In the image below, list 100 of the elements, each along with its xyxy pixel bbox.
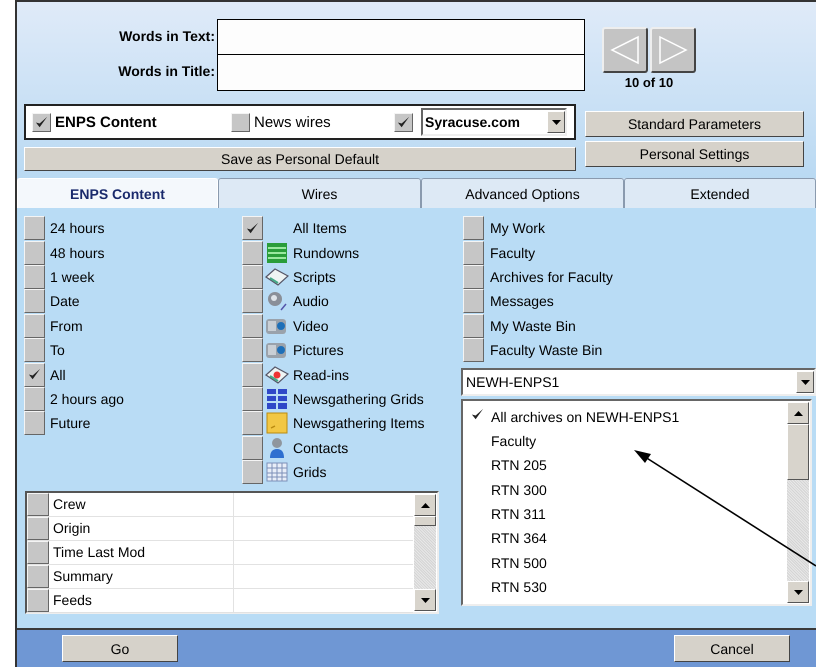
- checkbox[interactable]: [394, 112, 413, 132]
- option-label: Grids: [292, 464, 326, 480]
- scroll-thumb[interactable]: [787, 424, 809, 480]
- option-label: My Work: [489, 220, 545, 236]
- grid-icon: [266, 388, 288, 410]
- speaker-icon: [266, 290, 288, 312]
- table-cell: Crew: [49, 493, 234, 516]
- checkbox[interactable]: [27, 493, 49, 516]
- save-default-button[interactable]: Save as Personal Default: [24, 147, 576, 171]
- archive-item[interactable]: RTN 500: [463, 550, 551, 576]
- checkbox[interactable]: [24, 338, 45, 362]
- checkbox[interactable]: [242, 386, 263, 411]
- tab[interactable]: Wires: [218, 178, 421, 208]
- checkbox[interactable]: [24, 411, 45, 436]
- checkbox[interactable]: [24, 289, 45, 314]
- checkbox[interactable]: [463, 314, 484, 338]
- checkbox[interactable]: [242, 338, 263, 362]
- tab[interactable]: ENPS Content: [17, 178, 218, 208]
- checkbox[interactable]: [27, 517, 49, 540]
- up-arrow-icon[interactable]: [420, 502, 430, 508]
- table-cell: Feeds: [49, 589, 234, 612]
- next-button[interactable]: [650, 27, 696, 73]
- scrollbar[interactable]: [787, 402, 809, 604]
- option-label: Date: [49, 293, 80, 310]
- person-icon: [268, 436, 286, 459]
- option-label: 48 hours: [49, 244, 104, 261]
- checkbox[interactable]: [24, 314, 45, 338]
- left-triangle-icon: [608, 33, 642, 67]
- checkbox[interactable]: [463, 338, 484, 362]
- checkbox[interactable]: [27, 565, 49, 588]
- option-label: All Items: [292, 220, 347, 236]
- checkbox[interactable]: [463, 216, 484, 240]
- checkbox[interactable]: [24, 264, 45, 289]
- table-icon: [266, 462, 288, 482]
- option-label: Faculty Waste Bin: [489, 342, 602, 358]
- checkbox[interactable]: [242, 362, 263, 387]
- tab[interactable]: Extended: [624, 178, 816, 208]
- checkbox[interactable]: [24, 386, 45, 411]
- archive-item[interactable]: RTN 300: [463, 478, 551, 502]
- checkbox[interactable]: [463, 264, 484, 289]
- standard-parameters-button[interactable]: Standard Parameters: [585, 111, 804, 137]
- input-field[interactable]: [218, 20, 584, 55]
- checkbox[interactable]: [242, 240, 263, 265]
- checkbox[interactable]: [242, 436, 263, 460]
- option-label: Video: [292, 318, 329, 334]
- checkbox[interactable]: [242, 289, 263, 314]
- checkbox[interactable]: [27, 541, 49, 564]
- input-field[interactable]: [218, 55, 584, 90]
- scrollbar[interactable]: [414, 494, 436, 611]
- checkbox[interactable]: [231, 112, 250, 132]
- tab[interactable]: Advanced Options: [421, 178, 624, 208]
- archive-item[interactable]: Faculty: [463, 428, 540, 454]
- checkmark-icon: [245, 220, 260, 236]
- option-label: Read-ins: [292, 366, 350, 383]
- down-arrow-icon[interactable]: [420, 598, 430, 602]
- cancel-button[interactable]: Cancel: [674, 635, 790, 662]
- option-label: Faculty: [489, 244, 536, 261]
- option-label: Contacts: [292, 440, 348, 456]
- checkbox[interactable]: [242, 264, 263, 289]
- archive-item[interactable]: All archives on NEWH-ENPS1: [463, 404, 684, 429]
- field-label: Words in Text:: [119, 27, 216, 46]
- option-label: Scripts: [292, 268, 336, 285]
- previous-button[interactable]: [602, 27, 648, 73]
- note-icon: [266, 412, 288, 434]
- option-label: Rundowns: [292, 244, 360, 261]
- up-arrow-icon[interactable]: [794, 410, 802, 416]
- checkbox[interactable]: [242, 216, 263, 240]
- document-icon: [265, 364, 289, 385]
- checkbox[interactable]: [32, 112, 51, 132]
- archive-item[interactable]: RTN 205: [463, 453, 551, 478]
- checkbox[interactable]: [242, 411, 263, 436]
- document-icon: [265, 266, 289, 287]
- checkbox[interactable]: [24, 240, 45, 265]
- list-icon: [266, 242, 288, 264]
- checkbox[interactable]: [24, 216, 45, 240]
- checkbox-label: ENPS Content: [55, 114, 157, 130]
- option-label: All: [49, 366, 66, 383]
- checkbox[interactable]: [27, 589, 49, 612]
- checkbox[interactable]: [463, 289, 484, 314]
- checkbox[interactable]: [463, 240, 484, 265]
- checkbox[interactable]: [24, 362, 45, 387]
- table-cell: Summary: [49, 565, 234, 588]
- option-label: 1 week: [49, 268, 94, 285]
- go-button[interactable]: Go: [62, 635, 178, 662]
- scroll-thumb[interactable]: [414, 516, 436, 526]
- down-arrow-icon[interactable]: [794, 590, 802, 595]
- table-cell: Origin: [49, 517, 234, 540]
- server-dropdown[interactable]: NEWH-ENPS1: [461, 368, 816, 396]
- checkbox[interactable]: [242, 460, 263, 484]
- option-label: Messages: [489, 293, 554, 310]
- option-label: Archives for Faculty: [489, 268, 613, 285]
- option-label: From: [49, 318, 83, 334]
- archive-item[interactable]: RTN 530: [463, 575, 551, 600]
- personal-settings-button[interactable]: Personal Settings: [585, 141, 804, 167]
- option-label: Newsgathering Grids: [292, 390, 424, 407]
- archive-item[interactable]: RTN 364: [463, 526, 551, 551]
- archive-item[interactable]: RTN 311: [463, 502, 550, 526]
- checkbox[interactable]: [242, 314, 263, 338]
- site-dropdown[interactable]: Syracuse.com: [421, 108, 567, 136]
- option-label: To: [49, 342, 65, 358]
